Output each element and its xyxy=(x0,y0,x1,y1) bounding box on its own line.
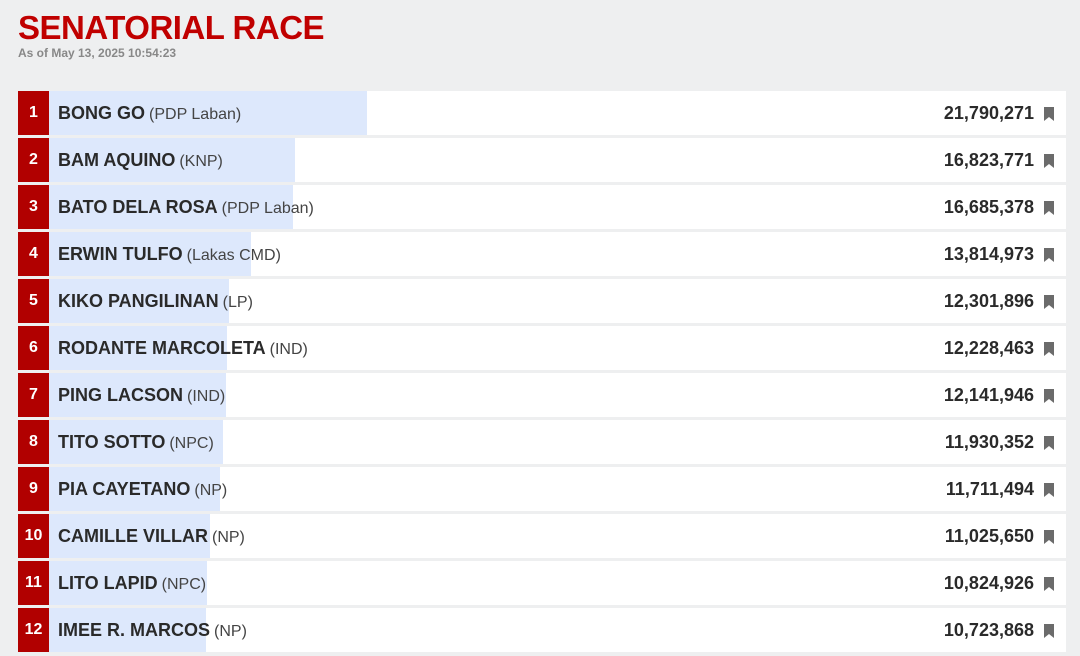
rank-badge: 11 xyxy=(18,561,49,605)
bookmark-icon[interactable] xyxy=(1044,624,1054,638)
candidate-row[interactable]: 7 PING LACSON (IND) 12,141,946 xyxy=(18,373,1066,417)
rank-badge: 8 xyxy=(18,420,49,464)
candidate-label: ERWIN TULFO (Lakas CMD) xyxy=(49,244,281,265)
candidate-row[interactable]: 2 BAM AQUINO (KNP) 16,823,771 xyxy=(18,138,1066,182)
rank-badge: 4 xyxy=(18,232,49,276)
rank-badge: 7 xyxy=(18,373,49,417)
candidate-party: (Lakas CMD) xyxy=(186,246,281,264)
candidate-row[interactable]: 10 CAMILLE VILLAR (NP) 11,025,650 xyxy=(18,514,1066,558)
candidate-party: (KNP) xyxy=(179,152,223,170)
bookmark-icon[interactable] xyxy=(1044,248,1054,262)
bookmark-icon[interactable] xyxy=(1044,436,1054,450)
candidate-row[interactable]: 6 RODANTE MARCOLETA (IND) 12,228,463 xyxy=(18,326,1066,370)
vote-count: 11,930,352 xyxy=(944,431,1034,452)
last-updated-timestamp: As of May 13, 2025 10:54:23 xyxy=(18,46,177,60)
candidate-name: KIKO PANGILINAN xyxy=(58,290,219,311)
vote-count: 11,025,650 xyxy=(944,525,1034,546)
candidate-name: IMEE R. MARCOS xyxy=(58,619,211,640)
candidate-name: ERWIN TULFO xyxy=(58,243,183,264)
page-header: SENATORIAL RACE As of May 13, 2025 10:54… xyxy=(18,9,325,61)
candidate-label: CAMILLE VILLAR (NP) xyxy=(49,526,245,547)
candidate-name: RODANTE MARCOLETA xyxy=(58,337,266,358)
candidate-label: TITO SOTTO (NPC) xyxy=(49,432,214,453)
vote-count: 11,711,494 xyxy=(945,478,1034,499)
candidate-row[interactable]: 4 ERWIN TULFO (Lakas CMD) 13,814,973 xyxy=(18,232,1066,276)
candidate-row[interactable]: 1 BONG GO (PDP Laban) 21,790,271 xyxy=(18,91,1066,135)
candidate-label: IMEE R. MARCOS (NP) xyxy=(49,620,247,641)
candidate-party: (NPC) xyxy=(161,575,207,593)
candidate-party: (NP) xyxy=(214,622,247,640)
bookmark-icon[interactable] xyxy=(1044,154,1054,168)
candidate-label: PING LACSON (IND) xyxy=(49,385,225,406)
candidate-row[interactable]: 5 KIKO PANGILINAN (LP) 12,301,896 xyxy=(18,279,1066,323)
candidate-name: BAM AQUINO xyxy=(58,149,176,170)
candidate-name: PING LACSON xyxy=(58,384,184,405)
candidate-row[interactable]: 11 LITO LAPID (NPC) 10,824,926 xyxy=(18,561,1066,605)
vote-count: 10,723,868 xyxy=(943,619,1034,640)
candidate-party: (PDP Laban) xyxy=(149,105,242,123)
candidate-label: BONG GO (PDP Laban) xyxy=(49,103,241,124)
candidate-name: LITO LAPID xyxy=(58,572,158,593)
rank-badge: 10 xyxy=(18,514,49,558)
bookmark-icon[interactable] xyxy=(1044,295,1054,309)
candidate-party: (LP) xyxy=(222,293,253,311)
bookmark-icon[interactable] xyxy=(1044,201,1054,215)
candidate-name: TITO SOTTO xyxy=(58,431,166,452)
candidate-party: (PDP Laban) xyxy=(221,199,314,217)
bookmark-icon[interactable] xyxy=(1044,577,1054,591)
candidate-party: (NPC) xyxy=(169,434,214,452)
rank-badge: 2 xyxy=(18,138,49,182)
candidate-row[interactable]: 3 BATO DELA ROSA (PDP Laban) 16,685,378 xyxy=(18,185,1066,229)
vote-count: 16,823,771 xyxy=(943,149,1034,170)
candidate-label: RODANTE MARCOLETA (IND) xyxy=(49,338,308,359)
bookmark-icon[interactable] xyxy=(1044,342,1054,356)
candidate-name: BONG GO xyxy=(58,102,146,123)
rank-badge: 5 xyxy=(18,279,49,323)
candidate-name: BATO DELA ROSA xyxy=(58,196,218,217)
rank-badge: 12 xyxy=(18,608,49,652)
bookmark-icon[interactable] xyxy=(1044,107,1054,121)
bookmark-icon[interactable] xyxy=(1044,389,1054,403)
vote-count: 16,685,378 xyxy=(943,196,1034,217)
results-list: 1 BONG GO (PDP Laban) 21,790,271 2 BAM AQ… xyxy=(18,91,1066,655)
vote-count: 10,824,926 xyxy=(943,572,1034,593)
candidate-label: LITO LAPID (NPC) xyxy=(49,573,206,594)
vote-count: 13,814,973 xyxy=(943,243,1034,264)
candidate-row[interactable]: 12 IMEE R. MARCOS (NP) 10,723,868 xyxy=(18,608,1066,652)
vote-count: 12,301,896 xyxy=(943,290,1034,311)
bookmark-icon[interactable] xyxy=(1044,483,1054,497)
candidate-party: (IND) xyxy=(269,340,308,358)
candidate-row[interactable]: 9 PIA CAYETANO (NP) 11,711,494 xyxy=(18,467,1066,511)
vote-count: 12,141,946 xyxy=(943,384,1034,405)
rank-badge: 3 xyxy=(18,185,49,229)
candidate-name: CAMILLE VILLAR xyxy=(58,525,208,546)
candidate-label: KIKO PANGILINAN (LP) xyxy=(49,291,253,312)
candidate-name: PIA CAYETANO xyxy=(58,478,191,499)
page-title: SENATORIAL RACE xyxy=(18,9,325,46)
candidate-label: BATO DELA ROSA (PDP Laban) xyxy=(49,197,314,218)
rank-badge: 6 xyxy=(18,326,49,370)
rank-badge: 1 xyxy=(18,91,49,135)
rank-badge: 9 xyxy=(18,467,49,511)
vote-count: 21,790,271 xyxy=(943,102,1034,123)
bookmark-icon[interactable] xyxy=(1044,530,1054,544)
vote-count: 12,228,463 xyxy=(943,337,1034,358)
candidate-label: BAM AQUINO (KNP) xyxy=(49,150,223,171)
candidate-party: (IND) xyxy=(187,387,226,405)
candidate-party: (NP) xyxy=(212,528,245,546)
candidate-party: (NP) xyxy=(194,481,228,499)
candidate-row[interactable]: 8 TITO SOTTO (NPC) 11,930,352 xyxy=(18,420,1066,464)
candidate-label: PIA CAYETANO (NP) xyxy=(49,479,227,500)
